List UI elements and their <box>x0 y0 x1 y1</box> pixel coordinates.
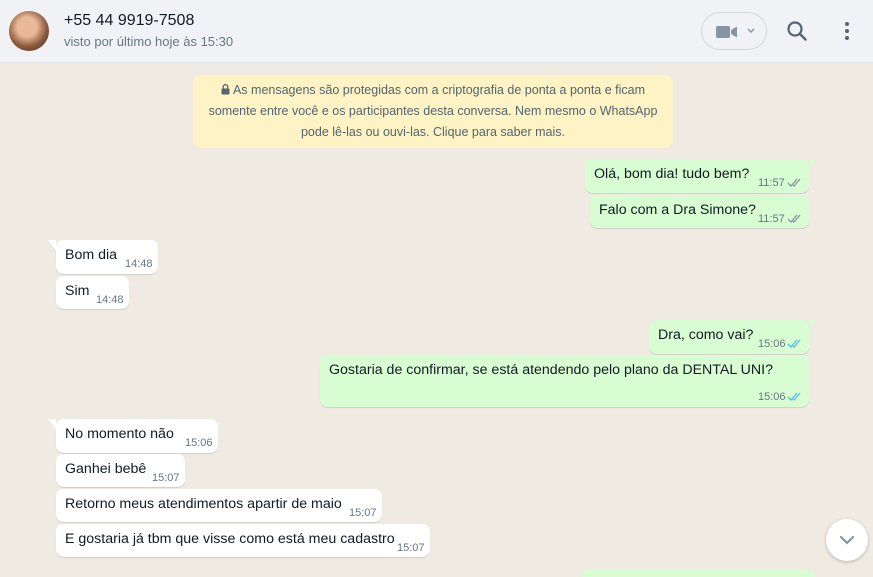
double-check-icon <box>787 339 801 348</box>
message-text: Falo com a Dra Simone? <box>599 202 756 218</box>
message-time: 15:06 <box>758 391 786 403</box>
double-check-icon <box>787 392 801 401</box>
message-time: 15:06 <box>185 437 213 449</box>
message-time: 15:07 <box>152 472 180 484</box>
encryption-text-line3: pode lê-las ou ouvi-las. Clique para sab… <box>300 125 566 139</box>
message-time: 14:48 <box>96 294 124 306</box>
encryption-notice[interactable]: As mensagens são protegidas com a cripto… <box>193 75 673 148</box>
encryption-text-line2: somente entre você e os participantes de… <box>208 104 658 118</box>
message-text: Retorno meus atendimentos apartir de mai… <box>65 496 342 512</box>
search-icon <box>787 21 807 41</box>
contact-last-seen: visto por último hoje às 15:30 <box>64 34 234 49</box>
search-button[interactable] <box>785 19 809 43</box>
message-incoming[interactable]: Retorno meus atendimentos apartir de mai… <box>56 489 382 522</box>
message-incoming[interactable]: Bom dia 14:48 <box>48 240 158 274</box>
menu-icon <box>845 22 849 40</box>
message-text: Olá, bom dia! tudo bem? <box>594 166 750 182</box>
bubble-tail <box>809 320 817 330</box>
bubble-tail <box>809 159 817 169</box>
message-outgoing[interactable]: Gostaria de confirmar, se está atendendo… <box>320 355 809 407</box>
message-time: 15:06 <box>758 338 786 350</box>
message-time: 14:48 <box>125 258 153 270</box>
menu-button[interactable] <box>835 19 859 43</box>
video-call-button[interactable] <box>701 12 767 50</box>
message-time: 15:07 <box>349 507 377 519</box>
bubble-tail <box>48 240 56 250</box>
video-call-icon <box>716 26 737 38</box>
chevron-down-icon <box>839 535 855 545</box>
message-text: Bom dia <box>65 247 118 263</box>
double-check-icon <box>787 178 801 187</box>
message-incoming[interactable]: E gostaria já tbm que visse como está me… <box>56 524 430 557</box>
message-text: Dra, como vai? <box>658 327 754 343</box>
message-text: Sim <box>65 283 90 299</box>
message-time: 11:57 <box>758 213 785 225</box>
message-text: E gostaria já tbm que visse como está me… <box>65 531 395 547</box>
message-outgoing-partial[interactable] <box>583 569 815 577</box>
scroll-to-bottom-button[interactable] <box>826 519 868 561</box>
chat-header: +55 44 9919-7508 visto por último hoje à… <box>0 0 873 63</box>
message-incoming[interactable]: Sim 14:48 <box>56 276 129 309</box>
double-check-icon <box>787 214 801 223</box>
contact-avatar[interactable] <box>9 11 49 51</box>
message-list[interactable]: As mensagens são protegidas com a cripto… <box>0 63 873 577</box>
message-outgoing[interactable]: Dra, como vai? 15:06 <box>649 320 817 354</box>
message-time: 11:57 <box>758 177 785 189</box>
message-incoming[interactable]: Ganhei bebê 15:07 <box>56 454 185 487</box>
message-text: No momento não <box>65 426 174 442</box>
message-text: Gostaria de confirmar, se está atendendo… <box>329 362 774 378</box>
message-incoming[interactable]: No momento não 15:06 <box>48 419 218 453</box>
message-time: 15:07 <box>397 542 425 554</box>
contact-name[interactable]: +55 44 9919-7508 <box>64 12 194 30</box>
message-text: Ganhei bebê <box>65 461 147 477</box>
encryption-text-line1: As mensagens são protegidas com a cripto… <box>232 83 646 97</box>
message-outgoing[interactable]: Olá, bom dia! tudo bem? 11:57 <box>585 159 817 193</box>
lock-icon <box>221 84 230 95</box>
message-outgoing[interactable]: Falo com a Dra Simone? 11:57 <box>590 195 809 228</box>
bubble-tail <box>48 419 56 429</box>
chevron-down-icon <box>747 28 755 33</box>
